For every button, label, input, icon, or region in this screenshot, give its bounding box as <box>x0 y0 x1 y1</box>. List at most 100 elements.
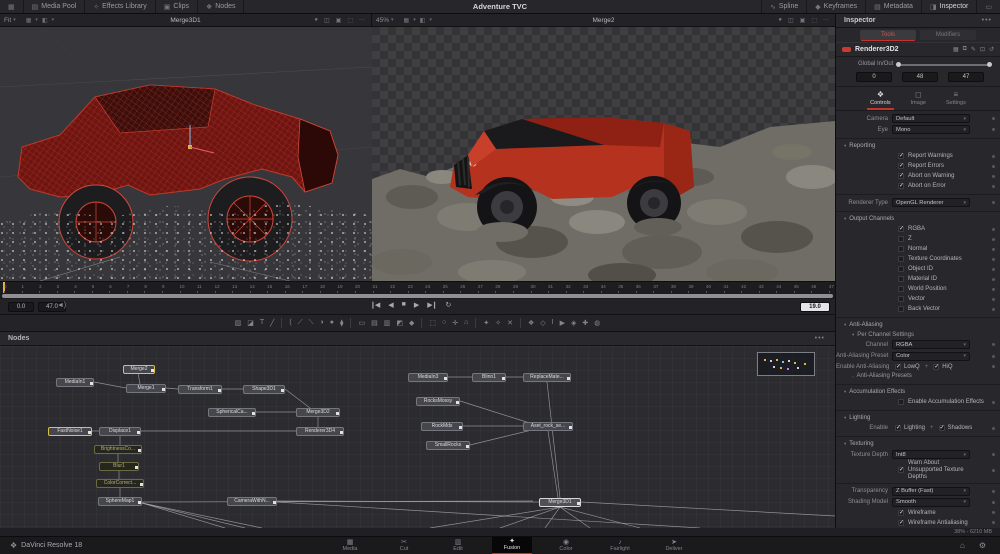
metadata-button[interactable]: ▤ Metadata <box>865 0 921 13</box>
animate-dot[interactable] <box>992 511 995 515</box>
delta-keyer-tool[interactable]: ◆ <box>409 319 414 327</box>
ab-buffer-icon[interactable]: ◫ <box>786 17 796 24</box>
checkbox-enable-accumulation-effects[interactable] <box>898 399 904 406</box>
shape3d-tool[interactable]: ◇ <box>540 319 545 327</box>
animate-dot[interactable] <box>992 307 995 311</box>
inspector-button[interactable]: ◨ Inspector <box>920 0 976 13</box>
audio-mute-icon[interactable]: ◄) <box>57 302 66 309</box>
select-renderer-type[interactable]: OpenGL Renderer ▾ <box>892 198 970 208</box>
roi-icon[interactable]: ⬚ <box>809 17 819 24</box>
select-texture-depth[interactable]: Int8 ▾ <box>892 450 970 460</box>
graph-node-shape3d1[interactable]: Shape3D1 <box>243 385 285 394</box>
panel-toggle-left-button[interactable]: ▦ <box>0 0 24 13</box>
paint-tool[interactable]: ╱ <box>270 319 274 327</box>
texture3d-tool[interactable]: ◍ <box>594 319 600 327</box>
animate-dot[interactable] <box>992 354 995 358</box>
layer-select-icon[interactable]: ▦ <box>24 17 34 24</box>
tab-modifiers[interactable]: Modifiers <box>920 30 976 40</box>
graph-node-mediain3[interactable]: MediaIn3 <box>408 373 448 382</box>
checkbox-hiq[interactable]: ✓ <box>933 363 939 370</box>
play-button[interactable]: ▶ <box>414 301 419 309</box>
renderer3d-tool[interactable]: ◈ <box>571 319 576 327</box>
animate-dot[interactable] <box>992 500 995 504</box>
media-pool-button[interactable]: ▤ Media Pool <box>24 0 86 13</box>
effects-library-button[interactable]: ✧ Effects Library <box>85 0 156 13</box>
animate-dot[interactable] <box>992 343 995 347</box>
tracker-tool[interactable]: ✛ <box>452 319 458 327</box>
keyframes-button[interactable]: ◆ Keyframes <box>806 0 865 13</box>
sharpen-tool[interactable]: ✕ <box>507 319 513 327</box>
roi-icon[interactable]: ⬚ <box>345 17 355 24</box>
animate-dot[interactable] <box>992 297 995 301</box>
node-enable-toggle[interactable] <box>842 47 851 52</box>
render-quality-icon[interactable]: ● <box>312 17 320 23</box>
graph-node-blinn1[interactable]: Blinn1 <box>472 373 506 382</box>
animate-dot[interactable] <box>992 237 995 241</box>
checkbox-z[interactable] <box>898 236 904 243</box>
checkbox-lowq[interactable]: ✓ <box>895 363 901 370</box>
split-wipe-icon[interactable]: ▣ <box>334 17 344 24</box>
graph-node-rockmds[interactable]: RockMds <box>421 422 463 431</box>
select-transparency[interactable]: Z Buffer (Fast) ▾ <box>892 486 970 496</box>
right-viewer[interactable] <box>372 27 835 281</box>
resize-tool[interactable]: ○ <box>442 319 446 327</box>
animate-dot[interactable] <box>992 277 995 281</box>
left-viewer[interactable] <box>0 27 372 281</box>
ellipse-mask-tool[interactable]: ● <box>330 319 334 327</box>
global-out-field[interactable]: 48 <box>902 72 938 82</box>
go-first-button[interactable]: ❙◀ <box>370 301 380 309</box>
copy-icon[interactable]: ⧉ <box>963 46 967 53</box>
wand-mask-tool[interactable]: ⧫ <box>340 319 343 327</box>
animate-dot[interactable] <box>992 468 995 472</box>
merge3d-tool[interactable]: ❖ <box>528 319 534 327</box>
checkbox-texture-coordinates[interactable] <box>898 256 904 263</box>
animate-dot[interactable] <box>992 489 995 493</box>
ab-buffer-icon[interactable]: ◫ <box>322 17 332 24</box>
play-reverse-button[interactable]: ◀ <box>388 301 393 309</box>
stop-button[interactable]: ■ <box>402 301 406 309</box>
range-in-field[interactable]: 0.0 <box>8 302 34 312</box>
select-shading-model[interactable]: Smooth ▾ <box>892 497 970 507</box>
select-camera[interactable]: Default ▾ <box>892 114 970 124</box>
node-graph-canvas[interactable]: Merge2 MediaIn1 Merge1 Transform1 Shape3D1 Sp… <box>0 346 835 528</box>
bspline-mask-tool[interactable]: ( <box>289 319 291 327</box>
viewer-options-menu[interactable]: ··· <box>821 17 831 23</box>
tab-image[interactable]: ◻ Image <box>908 89 929 110</box>
section-header-anti-aliasing[interactable]: ▾ Anti-Aliasing <box>836 320 1000 330</box>
graph-node-merge1[interactable]: Merge1 <box>126 384 166 393</box>
checkbox-abort-on-warning[interactable]: ✓ <box>898 173 904 180</box>
timeline-scrollbar[interactable] <box>2 294 833 298</box>
tab-settings[interactable]: ≡ Settings <box>943 89 969 110</box>
checkbox-wireframe-antialiasing[interactable]: ✓ <box>898 519 904 526</box>
animate-dot[interactable] <box>992 521 995 525</box>
current-frame-field[interactable]: 19.0 <box>800 302 830 312</box>
graph-node-brightnessco[interactable]: BrightnessCo... <box>94 445 142 454</box>
matte-control-tool[interactable]: ▥ <box>384 319 391 327</box>
graph-node-merge2[interactable]: Merge2 <box>123 365 155 374</box>
panel-toggle-right-button[interactable]: ▭ <box>976 0 1000 13</box>
channel-select-icon[interactable]: ◧ <box>418 17 428 24</box>
channel-select-icon[interactable]: ◧ <box>40 17 50 24</box>
edit-icon[interactable]: ✎ <box>971 46 976 53</box>
checkbox-report-errors[interactable]: ✓ <box>898 163 904 170</box>
lock-icon[interactable]: ⊡ <box>980 46 985 53</box>
section-header-texturing[interactable]: ▾ Texturing <box>836 439 1000 449</box>
slider-handle-out[interactable] <box>987 62 992 67</box>
checkbox-abort-on-error[interactable]: ✓ <box>898 183 904 190</box>
graph-node-blur1[interactable]: Blur1 <box>99 462 139 471</box>
page-edit[interactable]: ▥ Edit <box>438 537 478 554</box>
checkbox-vector[interactable] <box>898 296 904 303</box>
graph-node-colorcorrect[interactable]: ColorCorrect... <box>96 479 144 488</box>
layer-select-icon[interactable]: ▦ <box>402 17 412 24</box>
home-icon[interactable]: ⌂ <box>960 541 965 550</box>
graph-node-renderer3d4[interactable]: Renderer3D4 <box>296 427 344 436</box>
animate-dot[interactable] <box>992 287 995 291</box>
graph-node-spheremap1[interactable]: SphereMap1 <box>98 497 142 506</box>
checkbox-back-vector[interactable] <box>898 306 904 313</box>
checkbox-wireframe[interactable]: ✓ <box>898 509 904 516</box>
graph-node-mediain1[interactable]: MediaIn1 <box>56 378 94 387</box>
animate-dot[interactable] <box>992 426 995 430</box>
clips-button[interactable]: ▣ Clips <box>156 0 198 13</box>
slider-handle-in[interactable] <box>896 62 901 67</box>
animate-dot[interactable] <box>992 400 995 404</box>
